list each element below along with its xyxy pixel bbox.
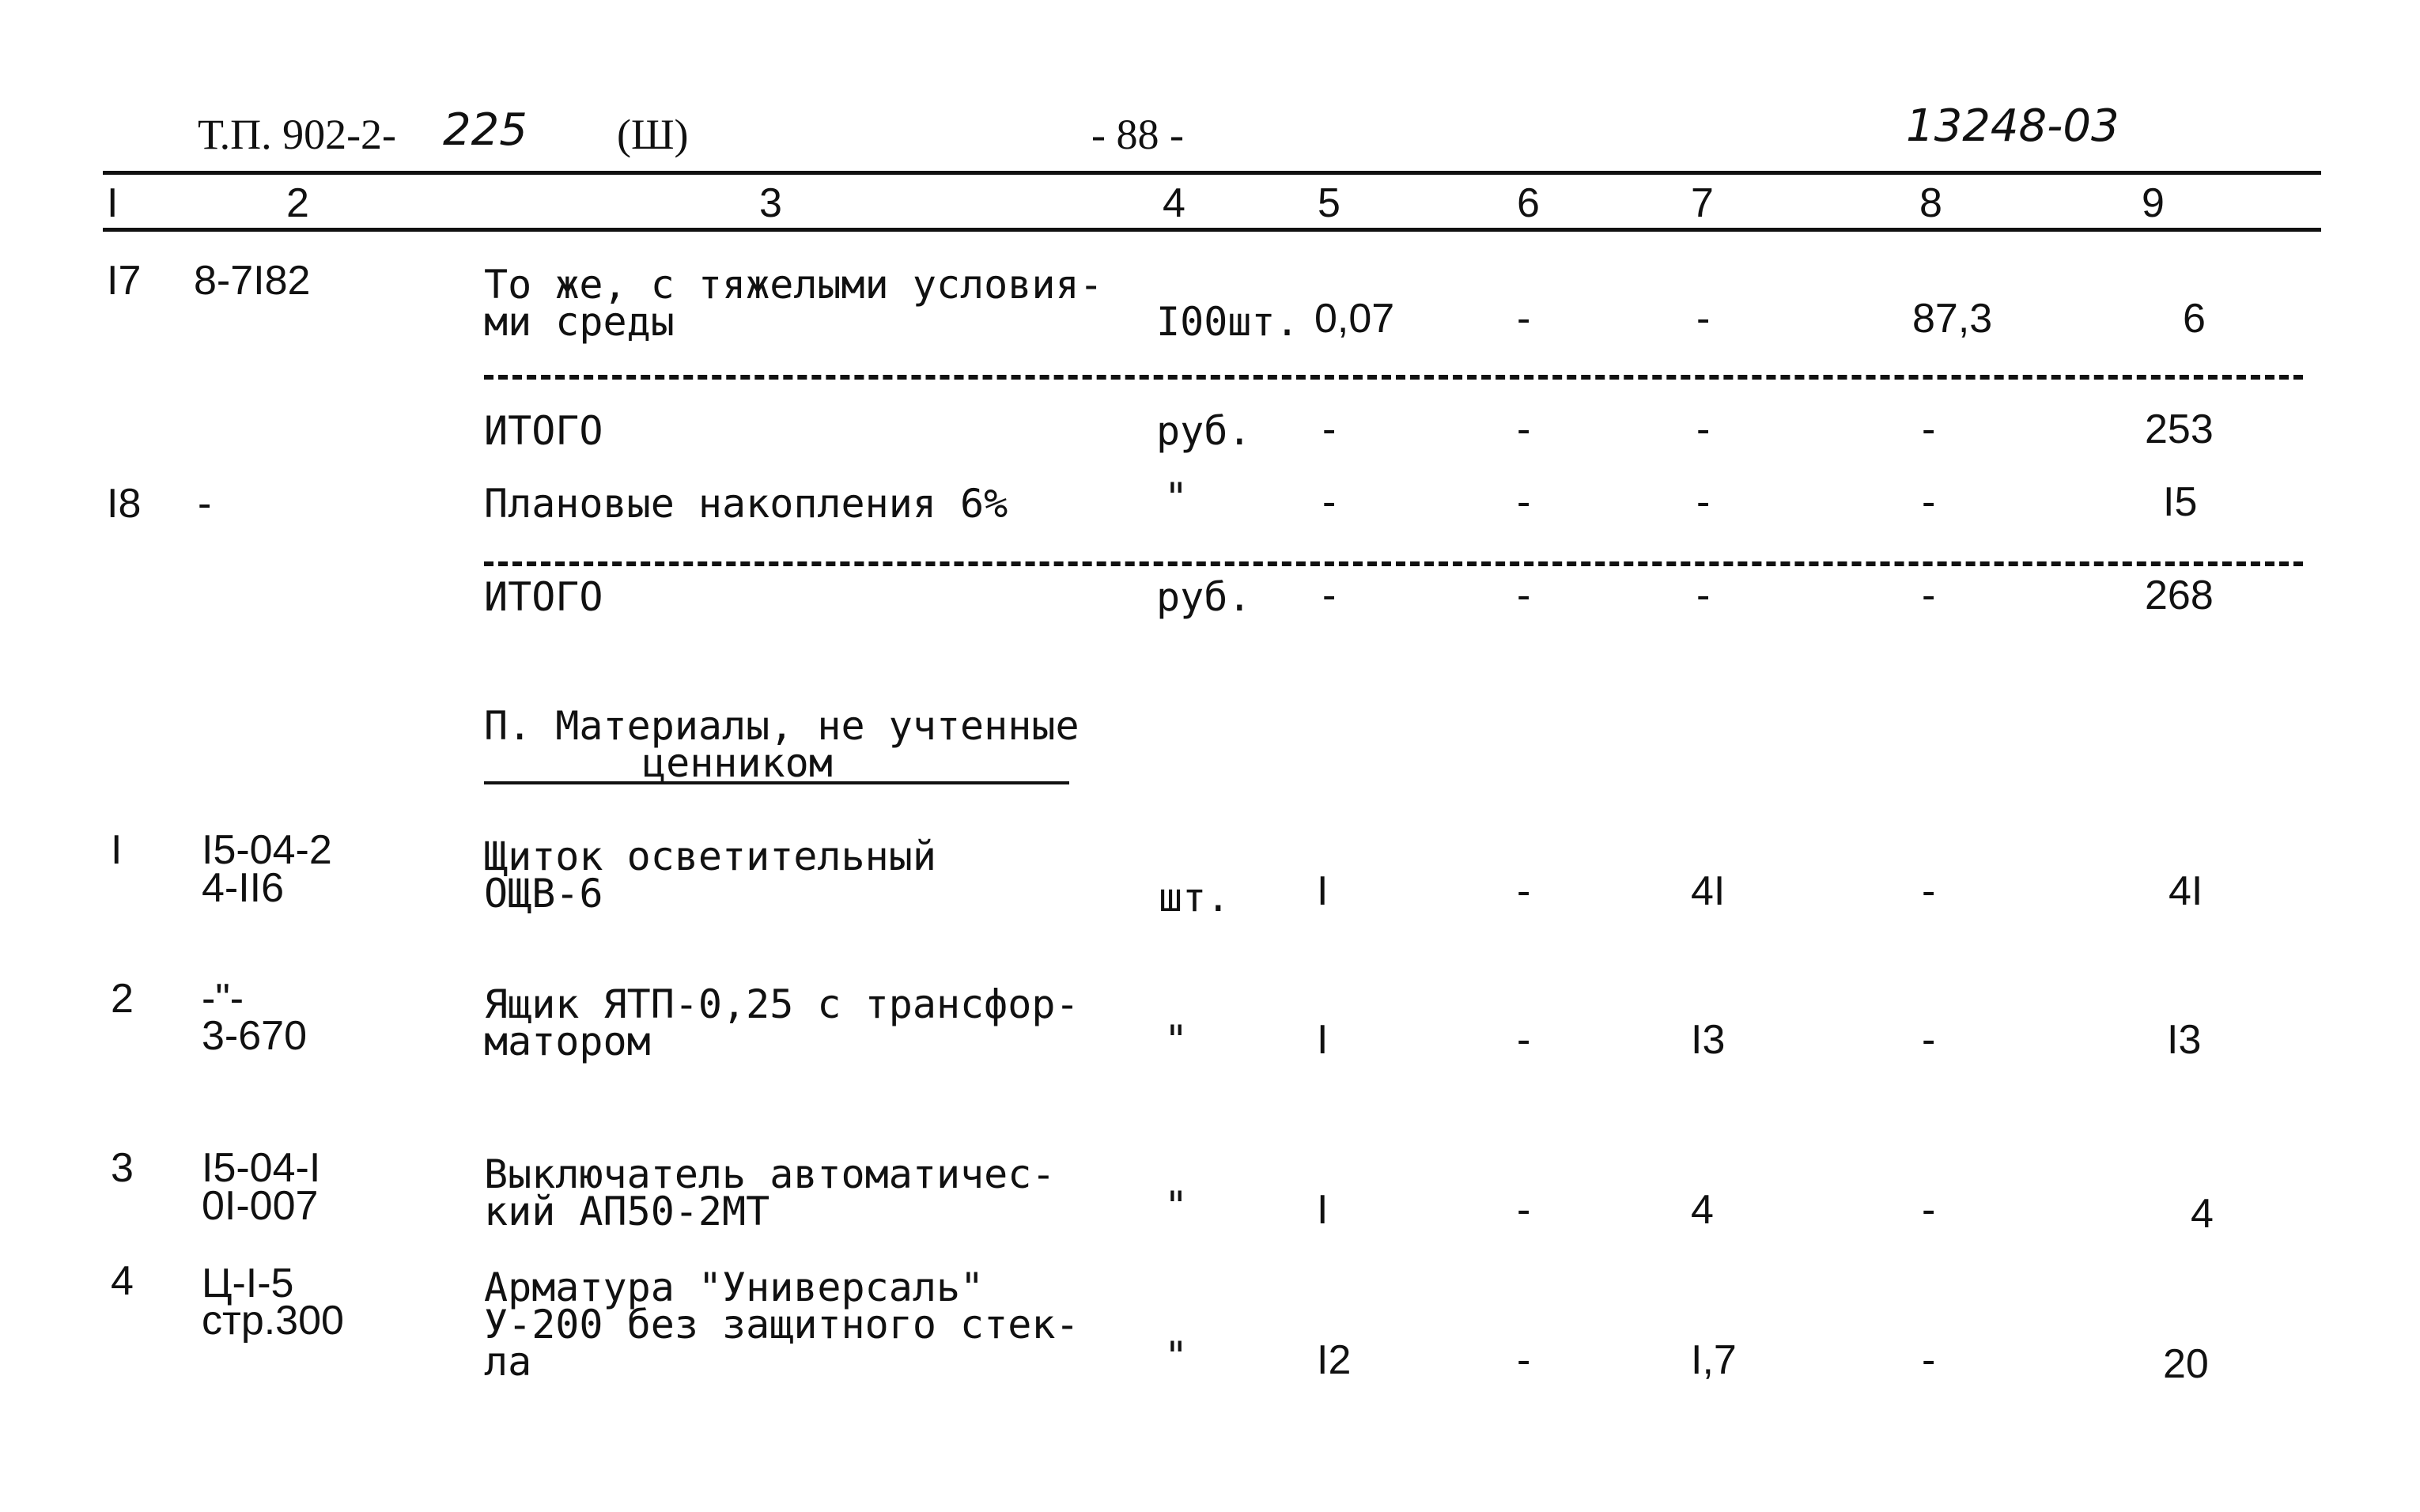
dashed-separator xyxy=(484,561,2303,566)
row-number: 3 xyxy=(111,1145,134,1191)
row-unit: " xyxy=(1164,1017,1189,1063)
col-9: 9 xyxy=(2142,180,2165,226)
col-4: 4 xyxy=(1163,180,1185,226)
row-name: ИТОГО xyxy=(484,408,603,454)
row-col8: - xyxy=(1922,1187,1936,1233)
row-number: 4 xyxy=(111,1258,134,1304)
row-code-line2: стр.300 xyxy=(202,1298,344,1344)
row-col8: - xyxy=(1922,1337,1936,1383)
row-col9: 268 xyxy=(2145,573,2214,618)
row-col5: - xyxy=(1322,406,1337,452)
row-col9: 253 xyxy=(2145,406,2214,452)
row-code-line1: I5-04-I xyxy=(202,1145,321,1191)
row-col6: - xyxy=(1517,406,1531,452)
row-col6: - xyxy=(1517,1187,1531,1233)
row-name-line2: ОЩВ-6 xyxy=(484,871,603,917)
row-col8: - xyxy=(1922,406,1936,452)
part-number: (Ш) xyxy=(617,111,689,158)
row-name-line2: матором xyxy=(484,1019,651,1064)
row-col6: - xyxy=(1517,296,1531,342)
row-col8: - xyxy=(1922,479,1936,525)
row-col9: I5 xyxy=(2163,479,2198,525)
row-col6: - xyxy=(1517,1337,1531,1383)
row-col6: - xyxy=(1517,573,1531,618)
col-2: 2 xyxy=(286,180,309,226)
row-unit: руб. xyxy=(1156,574,1252,620)
row-col8: 87,3 xyxy=(1912,296,1993,342)
row-col7: - xyxy=(1696,573,1711,618)
row-number: I8 xyxy=(107,481,142,527)
row-code-line2: 3-670 xyxy=(202,1013,307,1059)
row-col7: - xyxy=(1696,406,1711,452)
row-col5: I xyxy=(1317,1187,1329,1233)
row-col9: 20 xyxy=(2163,1341,2209,1387)
row-unit: руб. xyxy=(1156,408,1252,454)
header-bottom-rule xyxy=(103,228,2321,232)
row-name-line2: ми среды xyxy=(484,299,675,345)
row-unit: " xyxy=(1164,474,1189,520)
row-col7: 4 xyxy=(1691,1187,1714,1233)
row-unit: " xyxy=(1164,1333,1189,1379)
row-col7: - xyxy=(1696,296,1711,342)
row-col9: 4I xyxy=(2169,868,2203,914)
row-col5: I2 xyxy=(1317,1337,1352,1383)
row-unit: шт. xyxy=(1159,875,1231,920)
row-name-line3: ла xyxy=(484,1339,532,1385)
col-7: 7 xyxy=(1691,180,1714,226)
row-number: I xyxy=(111,827,123,873)
doc-code-prefix: Т.П. 902-2- xyxy=(198,111,397,158)
row-col9: 4 xyxy=(2191,1191,2214,1237)
row-col7: I,7 xyxy=(1691,1337,1737,1383)
row-unit: " xyxy=(1164,1183,1189,1229)
row-name-line2: кий АП50-2МТ xyxy=(484,1189,770,1234)
row-number: 2 xyxy=(111,976,134,1022)
row-name: Плановые накопления 6% xyxy=(484,481,1008,527)
row-code-line2: 4-II6 xyxy=(202,865,285,911)
col-3: 3 xyxy=(759,180,782,226)
section-title-line2: ценником xyxy=(642,740,833,786)
row-col9: 6 xyxy=(2183,296,2206,342)
row-col5: - xyxy=(1322,573,1337,618)
dashed-separator xyxy=(484,375,2303,380)
row-col5: I xyxy=(1317,1017,1329,1063)
row-col8: - xyxy=(1922,573,1936,618)
row-code-line2: 0I-007 xyxy=(202,1183,319,1229)
col-6: 6 xyxy=(1517,180,1540,226)
row-col9: I3 xyxy=(2167,1017,2202,1063)
row-col8: - xyxy=(1922,1017,1936,1063)
row-code: 8-7I82 xyxy=(194,258,311,304)
row-code: - xyxy=(198,481,212,527)
row-unit: I00шт. xyxy=(1156,299,1299,345)
row-col7: - xyxy=(1696,479,1711,525)
row-col6: - xyxy=(1517,479,1531,525)
row-col5: - xyxy=(1322,479,1337,525)
row-col5: 0,07 xyxy=(1314,296,1395,342)
col-1: I xyxy=(107,180,119,226)
col-8: 8 xyxy=(1919,180,1942,226)
col-5: 5 xyxy=(1318,180,1340,226)
header-top-rule xyxy=(103,171,2321,175)
row-name: ИТОГО xyxy=(484,574,603,620)
section-underline xyxy=(484,781,1069,784)
row-code-line1: I5-04-2 xyxy=(202,827,332,873)
row-col7: 4I xyxy=(1691,868,1726,914)
row-number: I7 xyxy=(107,258,142,304)
page-number: - 88 - xyxy=(1091,111,1184,158)
row-col8: - xyxy=(1922,868,1936,914)
row-col5: I xyxy=(1317,868,1329,914)
archive-stamp: 13248-03 xyxy=(1906,100,2119,152)
doc-code-suffix: 225 xyxy=(443,104,527,156)
row-col7: I3 xyxy=(1691,1017,1726,1063)
row-name-line2: У-200 без защитного стек- xyxy=(484,1302,1080,1348)
row-col6: - xyxy=(1517,1017,1531,1063)
row-col6: - xyxy=(1517,868,1531,914)
